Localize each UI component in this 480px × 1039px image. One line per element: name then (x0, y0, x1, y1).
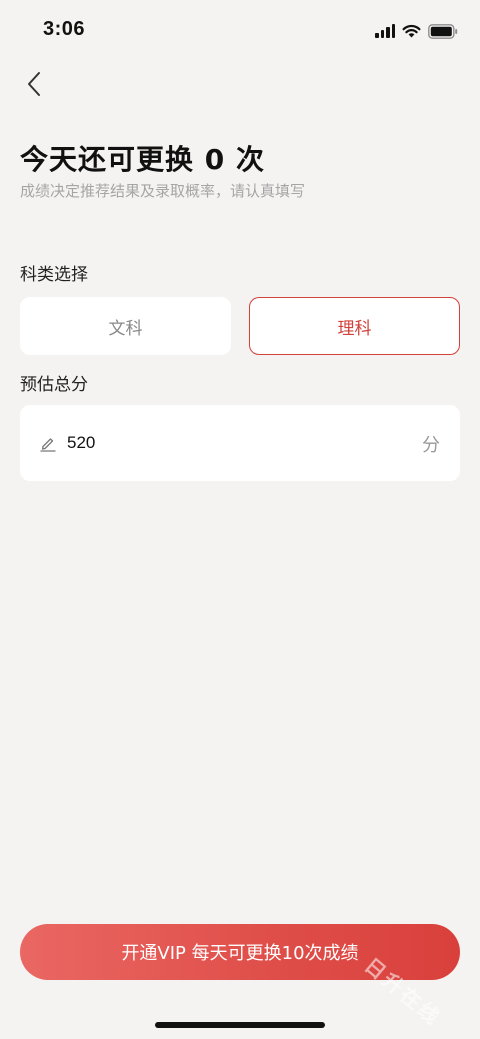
subject-option-science[interactable]: 理科 (249, 297, 460, 355)
status-bar: 3:06 (0, 0, 480, 60)
battery-icon (428, 23, 458, 39)
chevron-left-icon (28, 72, 40, 96)
status-icons (375, 20, 458, 42)
score-unit: 分 (422, 435, 440, 456)
wifi-icon (402, 24, 421, 38)
score-field[interactable]: 分 (20, 405, 460, 481)
subject-option-liberal-arts[interactable]: 文科 (20, 297, 231, 355)
subject-section-label: 科类选择 (20, 265, 88, 285)
app-screen: 3:06 今天还可更换 0 次 成绩决定推荐结果及录取概率，请认真填写 科类选择… (0, 0, 480, 1039)
page-subtitle: 成绩决定推荐结果及录取概率，请认真填写 (20, 182, 306, 200)
home-indicator (155, 1022, 325, 1028)
score-input[interactable] (67, 428, 367, 458)
open-vip-button[interactable]: 开通VIP 每天可更换10次成绩 (20, 924, 460, 980)
status-time: 3:06 (43, 18, 86, 40)
back-button[interactable] (14, 64, 54, 104)
page-title: 今天还可更换 0 次 (20, 143, 265, 176)
score-section-label: 预估总分 (20, 375, 88, 395)
cellular-signal-icon (375, 24, 395, 38)
pencil-icon (40, 438, 56, 452)
